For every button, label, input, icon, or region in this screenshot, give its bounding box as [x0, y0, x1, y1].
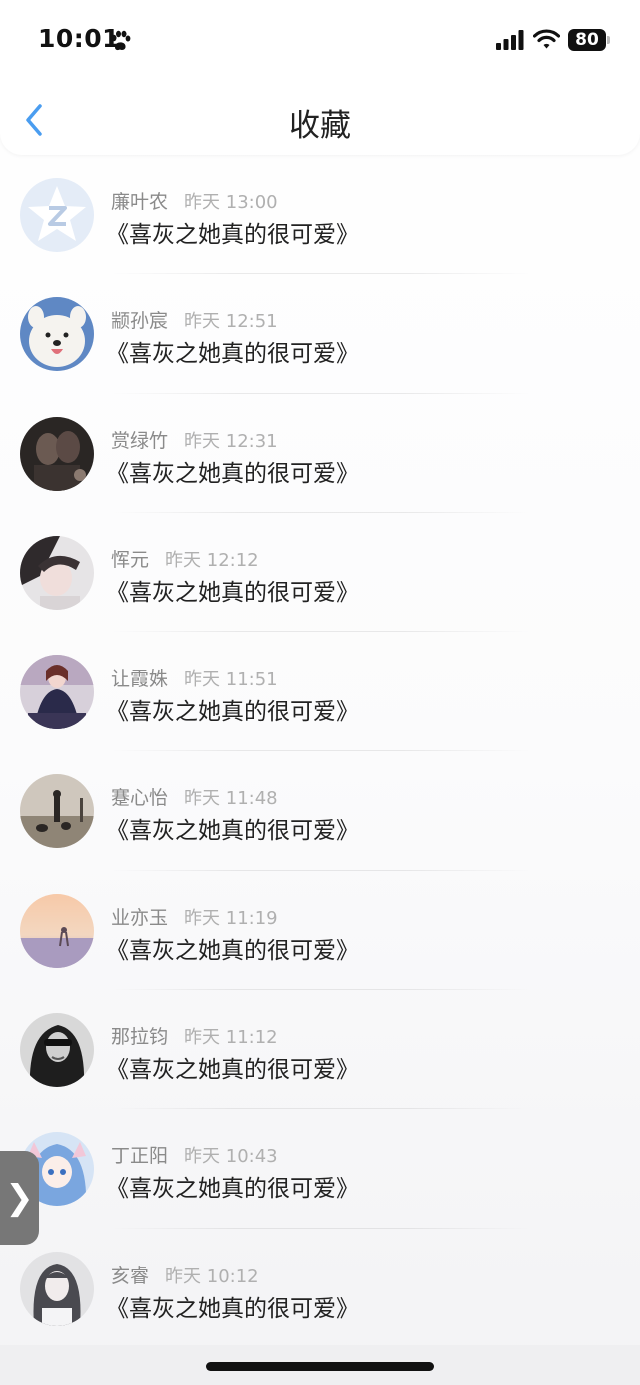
message-text: 《喜灰之她真的很可爱》	[106, 579, 359, 606]
sender-name: 那拉钧	[111, 1026, 169, 1049]
list-item[interactable]: 业亦玉 昨天 11:19 《喜灰之她真的很可爱》	[0, 871, 640, 991]
sender-name: 丁正阳	[111, 1145, 169, 1168]
avatar[interactable]	[20, 774, 94, 849]
avatar[interactable]	[20, 535, 94, 610]
list-item[interactable]: 廉叶农 昨天 13:00 《喜灰之她真的很可爱》	[0, 155, 640, 275]
timestamp: 昨天 13:00	[184, 192, 278, 213]
avatar[interactable]	[20, 178, 94, 252]
avatar[interactable]	[20, 1013, 94, 1088]
status-time: 10:01	[38, 24, 121, 53]
timestamp: 昨天 11:48	[184, 788, 278, 810]
list-item[interactable]: 赏绿竹 昨天 12:31 《喜灰之她真的很可爱》	[0, 394, 640, 513]
list-item[interactable]: 蹇心怡 昨天 11:48 《喜灰之她真的很可爱》	[0, 751, 640, 871]
list-item[interactable]: 那拉钧 昨天 11:12 《喜灰之她真的很可爱》	[0, 990, 640, 1110]
message-text: 《喜灰之她真的很可爱》	[106, 460, 359, 487]
wifi-icon	[533, 29, 560, 49]
timestamp: 昨天 12:31	[184, 430, 278, 452]
avatar[interactable]	[20, 893, 94, 968]
paw-icon	[111, 30, 131, 51]
message-text: 《喜灰之她真的很可爱》	[106, 1176, 359, 1203]
message-text: 《喜灰之她真的很可爱》	[106, 1057, 359, 1084]
avatar[interactable]	[20, 297, 94, 372]
list-item[interactable]: 颛孙宸 昨天 12:51 《喜灰之她真的很可爱》	[0, 274, 640, 394]
sender-name: 让霞姝	[111, 668, 169, 691]
screen: 收藏 10:01 80 廉叶农 昨天 13:00 《喜灰之她真的很可爱》 颛孙宸…	[0, 0, 640, 1385]
battery-level: 80	[575, 30, 599, 50]
avatar[interactable]	[20, 655, 94, 730]
signal-icon	[496, 30, 524, 50]
message-text: 《喜灰之她真的很可爱》	[106, 222, 359, 248]
home-indicator[interactable]	[206, 1362, 434, 1371]
message-text: 《喜灰之她真的很可爱》	[106, 937, 359, 964]
side-expand-handle[interactable]: ❯	[0, 1151, 39, 1245]
timestamp: 昨天 12:12	[165, 549, 259, 571]
timestamp: 昨天 10:43	[184, 1146, 278, 1168]
avatar[interactable]	[20, 1251, 94, 1326]
message-text: 《喜灰之她真的很可爱》	[106, 341, 359, 368]
sender-name: 颛孙宸	[111, 310, 169, 333]
timestamp: 昨天 10:12	[165, 1265, 259, 1287]
message-text: 《喜灰之她真的很可爱》	[106, 818, 359, 845]
message-text: 《喜灰之她真的很可爱》	[106, 1295, 359, 1322]
sender-name: 亥睿	[111, 1264, 150, 1287]
sender-name: 恽元	[111, 548, 150, 571]
timestamp: 昨天 12:51	[184, 311, 278, 333]
sender-name: 赏绿竹	[111, 429, 169, 452]
timestamp: 昨天 11:51	[184, 669, 278, 691]
sender-name: 业亦玉	[111, 906, 169, 929]
sender-name: 蹇心怡	[111, 787, 169, 810]
avatar[interactable]	[20, 416, 94, 491]
message-text: 《喜灰之她真的很可爱》	[106, 699, 359, 726]
timestamp: 昨天 11:19	[184, 907, 278, 929]
sender-name: 廉叶农	[111, 191, 169, 213]
list-item[interactable]: 亥睿 昨天 10:12 《喜灰之她真的很可爱》	[0, 1229, 640, 1348]
status-bar: 10:01 80	[0, 0, 640, 80]
favorites-list: 廉叶农 昨天 13:00 《喜灰之她真的很可爱》 颛孙宸 昨天 12:51 《喜…	[0, 155, 640, 1348]
page-title: 收藏	[289, 108, 351, 144]
list-item[interactable]: 让霞姝 昨天 11:51 《喜灰之她真的很可爱》	[0, 632, 640, 752]
battery-icon: 80	[568, 29, 610, 51]
list-item[interactable]: 恽元 昨天 12:12 《喜灰之她真的很可爱》	[0, 513, 640, 633]
list-item[interactable]: 丁正阳 昨天 10:43 《喜灰之她真的很可爱》	[0, 1109, 640, 1229]
timestamp: 昨天 11:12	[184, 1027, 278, 1049]
